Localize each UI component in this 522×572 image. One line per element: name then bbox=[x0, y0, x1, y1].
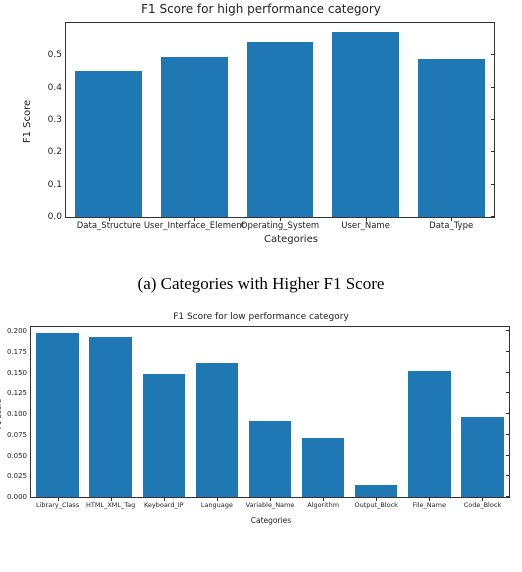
y-tick-label: 0.125 bbox=[7, 389, 31, 397]
chart-title: F1 Score for high performance category bbox=[0, 0, 522, 16]
y-tick-label: 0.5 bbox=[48, 50, 66, 60]
y-tick-mark bbox=[491, 151, 495, 152]
y-axis-label: F1 Score bbox=[22, 100, 33, 143]
y-tick-mark bbox=[506, 413, 510, 414]
chart-low-performance: F1 Score for low performance category 0.… bbox=[0, 312, 522, 532]
y-tick-label: 0.4 bbox=[48, 83, 66, 93]
caption-a: (a) Categories with Higher F1 Score bbox=[0, 274, 522, 294]
y-tick-label: 0.150 bbox=[7, 369, 31, 377]
x-tick-mark bbox=[429, 497, 430, 501]
y-tick-mark bbox=[491, 87, 495, 88]
bar bbox=[161, 57, 228, 217]
x-tick-mark bbox=[376, 497, 377, 501]
y-tick-label: 0.075 bbox=[7, 431, 31, 439]
y-tick-mark bbox=[506, 330, 510, 331]
x-tick-mark bbox=[109, 217, 110, 221]
y-tick-mark bbox=[491, 216, 495, 217]
page: F1 Score for high performance category 0… bbox=[0, 0, 522, 572]
x-tick-mark bbox=[451, 217, 452, 221]
x-tick-mark bbox=[164, 497, 165, 501]
y-tick-label: 0.2 bbox=[48, 147, 66, 157]
bar bbox=[408, 371, 450, 497]
y-tick-mark bbox=[491, 54, 495, 55]
y-tick-label: 0.0 bbox=[48, 212, 66, 222]
x-axis-label: Categories bbox=[0, 516, 522, 525]
x-tick-mark bbox=[58, 497, 59, 501]
y-tick-mark bbox=[506, 496, 510, 497]
y-tick-mark bbox=[491, 184, 495, 185]
y-tick-label: 0.1 bbox=[48, 180, 66, 190]
x-tick-mark bbox=[111, 497, 112, 501]
y-tick-mark bbox=[491, 119, 495, 120]
y-tick-mark bbox=[506, 475, 510, 476]
bar bbox=[418, 59, 485, 217]
y-tick-mark bbox=[506, 392, 510, 393]
y-axis-label: F1 Score bbox=[0, 399, 3, 429]
bar bbox=[247, 42, 314, 217]
y-tick-label: 0.200 bbox=[7, 327, 31, 335]
chart-title: F1 Score for low performance category bbox=[0, 312, 522, 322]
bar bbox=[89, 337, 131, 497]
y-tick-mark bbox=[506, 455, 510, 456]
y-tick-mark bbox=[506, 434, 510, 435]
y-tick-label: 0.000 bbox=[7, 493, 31, 501]
chart-high-performance: F1 Score for high performance category 0… bbox=[0, 0, 522, 256]
bar bbox=[196, 363, 238, 497]
x-tick-mark bbox=[280, 217, 281, 221]
y-tick-label: 0.3 bbox=[48, 115, 66, 125]
x-tick-mark bbox=[217, 497, 218, 501]
x-axis-label: Categories bbox=[0, 234, 522, 245]
bar bbox=[36, 333, 78, 497]
bar bbox=[355, 485, 397, 497]
x-tick-mark bbox=[270, 497, 271, 501]
y-tick-mark bbox=[506, 351, 510, 352]
bar bbox=[75, 71, 142, 217]
y-tick-mark bbox=[506, 372, 510, 373]
x-tick-mark bbox=[482, 497, 483, 501]
plot-area: 0.0000.0250.0500.0750.1000.1250.1500.175… bbox=[30, 326, 510, 498]
x-tick-mark bbox=[366, 217, 367, 221]
y-tick-label: 0.175 bbox=[7, 348, 31, 356]
bar bbox=[302, 438, 344, 497]
bar bbox=[143, 374, 185, 497]
y-tick-label: 0.050 bbox=[7, 452, 31, 460]
x-tick-mark bbox=[194, 217, 195, 221]
bar bbox=[332, 32, 399, 217]
bar bbox=[461, 417, 503, 497]
x-tick-mark bbox=[323, 497, 324, 501]
bar bbox=[249, 421, 291, 497]
y-tick-label: 0.100 bbox=[7, 410, 31, 418]
plot-area: 0.00.10.20.30.40.5Data_StructureUser_Int… bbox=[65, 22, 495, 218]
y-tick-label: 0.025 bbox=[7, 472, 31, 480]
